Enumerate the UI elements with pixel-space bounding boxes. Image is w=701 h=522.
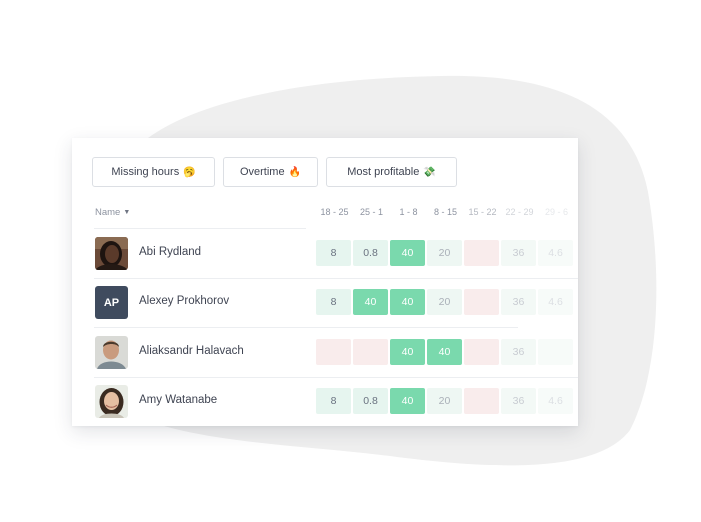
hours-cell[interactable] <box>464 388 499 414</box>
row-divider <box>94 228 306 229</box>
hours-cell[interactable]: 0.8 <box>353 388 388 414</box>
person-name: Aliaksandr Halavach <box>139 345 244 357</box>
hours-cell[interactable]: 40 <box>390 388 425 414</box>
name-header-label: Name <box>95 207 121 218</box>
caret-down-icon: ▼ <box>123 209 131 216</box>
hours-cell[interactable] <box>464 240 499 266</box>
person-photo-icon <box>95 237 128 270</box>
hours-cell[interactable]: 40 <box>353 289 388 315</box>
person-name: Alexey Prokhorov <box>139 295 230 307</box>
hours-cell[interactable]: 8 <box>316 240 351 266</box>
week-header-row: 18 - 25 25 - 1 1 - 8 8 - 15 15 - 22 22 -… <box>316 207 575 217</box>
week-header: 8 - 15 <box>433 207 457 217</box>
avatar <box>95 237 128 270</box>
filter-label: Missing hours <box>111 166 180 178</box>
hours-cell[interactable]: 40 <box>390 339 425 365</box>
person-photo-icon <box>95 385 128 418</box>
hours-cell[interactable]: 20 <box>427 388 462 414</box>
filter-bar: Missing hours 🥱 Overtime 🔥 Most profitab… <box>92 157 457 187</box>
avatar <box>95 336 128 369</box>
row-divider <box>94 377 578 378</box>
hours-cell[interactable]: 40 <box>427 339 462 365</box>
hours-cells: 40 40 36 <box>316 339 575 365</box>
money-wings-icon: 💸 <box>423 166 436 178</box>
table-row[interactable]: Abi Rydland 8 0.8 40 20 36 4.6 <box>72 228 578 284</box>
week-header: 18 - 25 <box>320 207 349 217</box>
hours-cell[interactable]: 4.6 <box>538 289 573 315</box>
week-header: 22 - 29 <box>505 207 534 217</box>
table-row[interactable]: AP Alexey Prokhorov 8 40 40 20 36 4.6 <box>72 278 578 333</box>
hours-cell[interactable]: 36 <box>501 289 536 315</box>
avatar <box>95 385 128 418</box>
week-header: 15 - 22 <box>468 207 497 217</box>
week-header: 29 - 6 <box>544 207 568 217</box>
hours-cell[interactable]: 4.6 <box>538 240 573 266</box>
person-name: Abi Rydland <box>139 246 202 258</box>
hours-cell[interactable]: 36 <box>501 240 536 266</box>
hours-cells: 8 40 40 20 36 4.6 <box>316 289 575 315</box>
table-row[interactable]: Amy Watanabe 8 0.8 40 20 36 4.6 <box>72 377 578 426</box>
hours-cell[interactable]: 36 <box>501 388 536 414</box>
filter-missing-hours-button[interactable]: Missing hours 🥱 <box>92 157 215 187</box>
hours-cell[interactable] <box>538 339 573 365</box>
filter-label: Overtime <box>239 166 285 178</box>
table-row[interactable]: Aliaksandr Halavach 40 40 36 <box>72 327 578 383</box>
hours-cell[interactable]: 8 <box>316 388 351 414</box>
name-column-header[interactable]: Name ▼ <box>95 207 130 218</box>
filter-most-profitable-button[interactable]: Most profitable 💸 <box>326 157 457 187</box>
hours-cells: 8 0.8 40 20 36 4.6 <box>316 388 575 414</box>
fire-icon: 🔥 <box>288 166 302 178</box>
person-name: Amy Watanabe <box>139 394 218 406</box>
row-divider <box>94 327 518 328</box>
week-header: 1 - 8 <box>399 207 418 217</box>
avatar: AP <box>95 286 128 319</box>
hours-cell[interactable] <box>464 339 499 365</box>
filter-label: Most profitable <box>347 166 420 178</box>
hours-cell[interactable] <box>464 289 499 315</box>
hours-cell[interactable]: 20 <box>427 289 462 315</box>
hours-cell[interactable]: 20 <box>427 240 462 266</box>
hours-cell[interactable]: 40 <box>390 289 425 315</box>
row-divider <box>94 278 578 279</box>
filter-overtime-button[interactable]: Overtime 🔥 <box>223 157 318 187</box>
yawning-face-icon: 🥱 <box>183 166 196 178</box>
hours-cell[interactable]: 8 <box>316 289 351 315</box>
hours-cell[interactable]: 36 <box>501 339 536 365</box>
hours-cell[interactable] <box>316 339 351 365</box>
hours-cell[interactable]: 0.8 <box>353 240 388 266</box>
person-photo-icon <box>95 336 128 369</box>
week-header: 25 - 1 <box>359 207 383 217</box>
hours-cell[interactable]: 40 <box>390 240 425 266</box>
timesheet-card: Missing hours 🥱 Overtime 🔥 Most profitab… <box>72 138 578 426</box>
hours-cells: 8 0.8 40 20 36 4.6 <box>316 240 575 266</box>
hours-cell[interactable]: 4.6 <box>538 388 573 414</box>
hours-cell[interactable] <box>353 339 388 365</box>
